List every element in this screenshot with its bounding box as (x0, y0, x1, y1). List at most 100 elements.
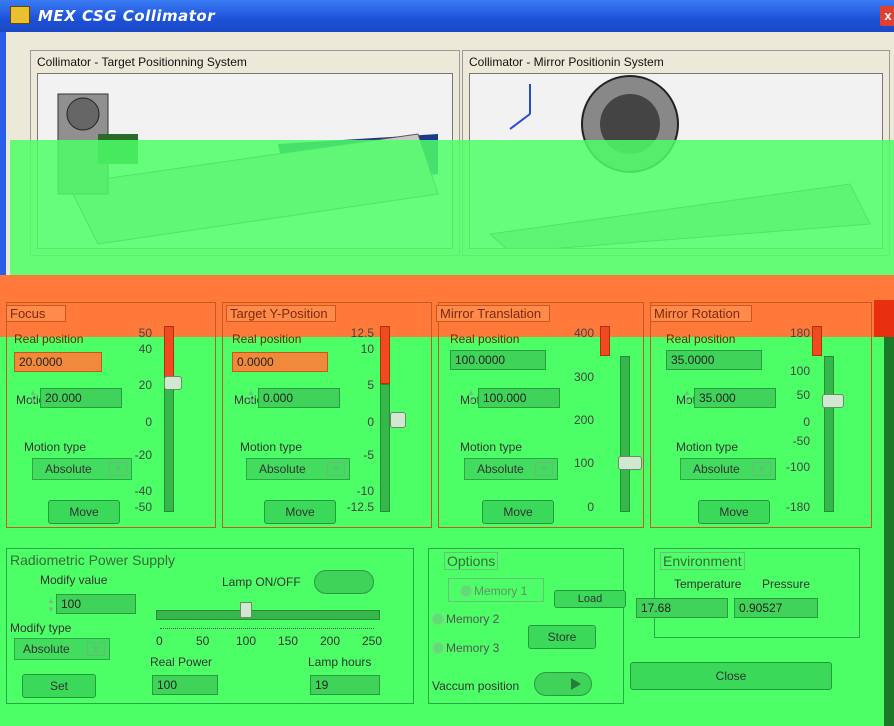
chevron-down-icon: ▼ (327, 462, 345, 476)
focus-gauge-lower (164, 384, 174, 512)
focus-tick: -40 (134, 484, 152, 498)
focus-tick: 20 (138, 378, 152, 392)
lamp-toggle[interactable] (314, 570, 374, 594)
mirror-rotation-slider-handle[interactable] (822, 394, 844, 408)
mirror-translation-tick: 0 (587, 500, 594, 514)
mirror-translation-type-label: Motion type (460, 440, 523, 454)
mirror-translation-type-value: Absolute (477, 462, 524, 476)
target-y-move-button[interactable]: Move (264, 500, 336, 524)
focus-spin-icon[interactable]: ▲ ▼ (28, 388, 38, 406)
focus-type-label: Motion type (24, 440, 87, 454)
modify-type-select[interactable]: Absolute ▼ (14, 638, 110, 660)
focus-tick: 40 (138, 342, 152, 356)
target-y-title: Target Y-Position (226, 305, 336, 322)
mirror-translation-slider-handle[interactable] (618, 456, 642, 470)
lamp-onoff-label: Lamp ON/OFF (222, 575, 301, 589)
mirror-translation-tick: 200 (573, 413, 594, 427)
mirror-rotation-tick: 0 (803, 415, 810, 429)
mirror-rotation-gauge-upper (812, 326, 822, 356)
power-scale-ticks (160, 628, 374, 632)
power-scale-label: 100 (236, 634, 257, 648)
chevron-down-icon: ▼ (109, 462, 127, 476)
window-title: MEX CSG Collimator (38, 7, 216, 25)
memory3-radio[interactable] (432, 642, 444, 654)
mirror-rotation-type-label: Motion type (676, 440, 739, 454)
mirror-rotation-tick: -100 (785, 460, 810, 474)
mirror-panel-title: Collimator - Mirror Positionin System (469, 55, 664, 69)
target-y-spin-icon[interactable]: ▲ ▼ (246, 388, 256, 406)
target-y-motion-input[interactable]: 0.000 (258, 388, 340, 408)
mirror-rotation-motion-input[interactable]: 35.000 (694, 388, 776, 408)
environment-title: Environment (660, 552, 745, 570)
modify-value-label: Modify value (40, 573, 108, 587)
right-edge (884, 337, 894, 726)
vacuum-label: Vaccum position (432, 679, 520, 693)
target-y-tick: 0 (367, 415, 374, 429)
set-button[interactable]: Set (22, 674, 96, 698)
chevron-down-icon: ▼ (753, 462, 771, 476)
focus-type-value: Absolute (45, 462, 92, 476)
modify-value-input[interactable]: 100 (56, 594, 136, 614)
target-y-real-label: Real position (232, 332, 302, 346)
mirror-translation-motion-input[interactable]: 100.000 (478, 388, 560, 408)
options-title: Options (444, 552, 499, 570)
lamp-hours-value: 19 (310, 675, 380, 695)
mirror-translation-type-select[interactable]: Absolute ▼ (464, 458, 558, 480)
focus-real-position: 20.0000 (14, 352, 102, 372)
target-y-tick: -5 (363, 448, 374, 462)
mirror-rotation-type-value: Absolute (693, 462, 740, 476)
target-y-tick: -12.5 (346, 500, 374, 514)
modify-type-value: Absolute (23, 642, 70, 656)
temperature-value: 17.68 (636, 598, 728, 618)
mirror-rotation-tick: -50 (792, 434, 810, 448)
modify-type-label: Modify type (10, 621, 72, 635)
memory2-radio[interactable] (432, 613, 444, 625)
mirror-rotation-type-select[interactable]: Absolute ▼ (680, 458, 776, 480)
close-button-main[interactable]: Close (630, 662, 832, 690)
real-power-label: Real Power (150, 655, 213, 669)
focus-slider-handle[interactable] (164, 376, 182, 390)
vacuum-toggle[interactable] (534, 672, 592, 696)
mirror-rotation-spin-icon[interactable]: ▲ ▼ (682, 388, 692, 406)
power-scale-label: 200 (320, 634, 341, 648)
focus-real-label: Real position (14, 332, 84, 346)
mirror-rotation-title: Mirror Rotation (650, 305, 752, 322)
load-button[interactable]: Load (554, 590, 626, 608)
mirror-translation-gauge-upper (600, 326, 610, 356)
mirror-rotation-move-button[interactable]: Move (698, 500, 770, 524)
memory2-label: Memory 2 (446, 612, 500, 626)
memory1-label: Memory 1 (474, 584, 528, 598)
chevron-down-icon: ▼ (87, 642, 105, 656)
mirror-translation-real-position: 100.0000 (450, 350, 546, 370)
mirror-rotation-tick: -180 (785, 500, 810, 514)
focus-tick: 0 (145, 415, 152, 429)
temperature-label: Temperature (674, 577, 742, 591)
memory1-radio[interactable] (460, 585, 472, 597)
chevron-down-icon: ▼ (535, 462, 553, 476)
focus-tick: 50 (138, 326, 152, 340)
focus-title: Focus (6, 305, 66, 322)
mirror-translation-title: Mirror Translation (436, 305, 550, 322)
mirror-translation-spin-icon[interactable]: ▲ ▼ (466, 388, 476, 406)
mirror-rotation-real-label: Real position (666, 332, 736, 346)
close-button[interactable]: x (880, 6, 894, 26)
mirror-translation-gauge-lower (620, 356, 630, 512)
focus-motion-input[interactable]: 20.000 (40, 388, 122, 408)
focus-move-button[interactable]: Move (48, 500, 120, 524)
target-y-tick: 12.5 (350, 326, 374, 340)
store-button[interactable]: Store (528, 625, 596, 649)
lamp-hours-label: Lamp hours (308, 655, 372, 669)
power-slider-handle[interactable] (239, 602, 252, 618)
overlay-band (10, 140, 894, 275)
target-y-type-select[interactable]: Absolute ▼ (246, 458, 350, 480)
target-y-tick: 10 (360, 342, 374, 356)
target-y-slider-handle[interactable] (390, 412, 406, 428)
power-slider-track[interactable] (156, 610, 380, 620)
mirror-translation-tick: 300 (573, 370, 594, 384)
radiometric-title: Radiometric Power Supply (10, 552, 175, 568)
modify-value-spin-icon[interactable]: ▲ ▼ (46, 596, 56, 614)
play-icon (571, 678, 581, 690)
power-scale-label: 50 (196, 634, 210, 648)
mirror-translation-move-button[interactable]: Move (482, 500, 554, 524)
mirror-rotation-gauge-lower (824, 356, 834, 512)
